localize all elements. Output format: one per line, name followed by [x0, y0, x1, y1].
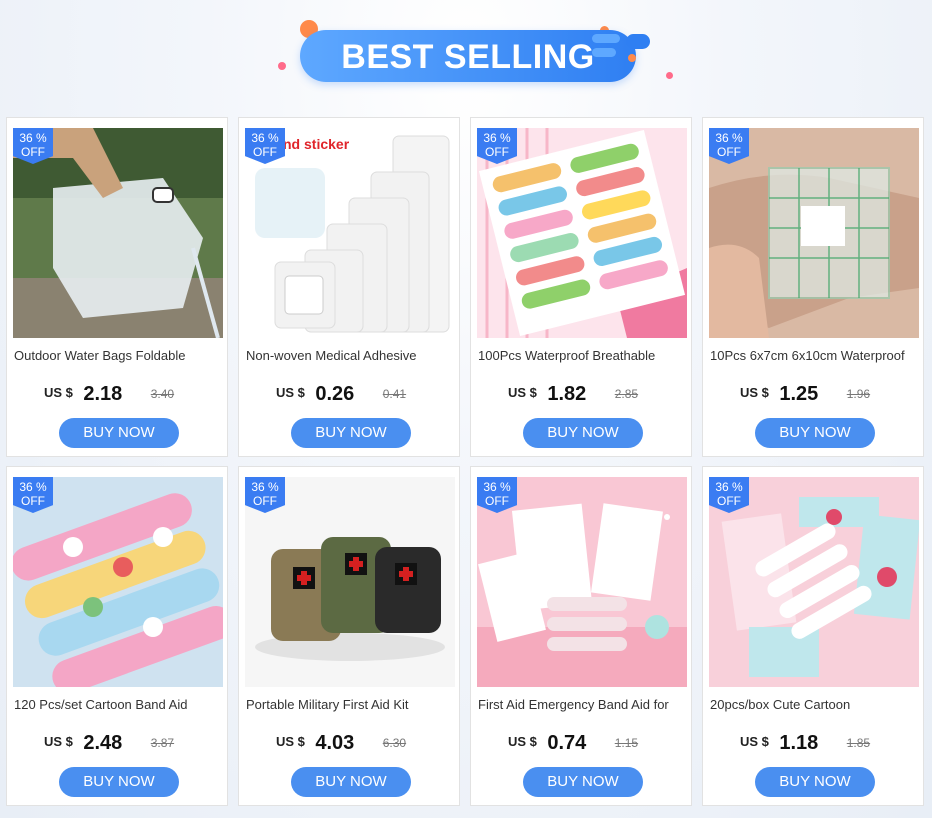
old-price: 1.15 — [614, 736, 639, 750]
price: 4.03 — [315, 732, 355, 754]
price: 0.74 — [547, 732, 587, 754]
price-row: US $ 1.18 1.85 — [740, 732, 870, 758]
price-row: US $ 0.74 1.15 — [508, 732, 638, 758]
product-title[interactable]: 20pcs/box Cute Cartoon — [710, 697, 920, 712]
currency: US $ — [508, 734, 537, 749]
price: 1.25 — [779, 383, 819, 405]
decor-dot — [666, 72, 673, 79]
product-title[interactable]: Portable Military First Aid Kit — [246, 697, 456, 712]
decor-dot — [278, 62, 286, 70]
product-grid: 36 % OFF Outdoor Water Bags Foldable US … — [6, 117, 926, 809]
product-card[interactable]: 36 % OFF 20pcs/box Cute Cartoon US $ 1.1… — [702, 466, 924, 806]
price-row: US $ 0.26 0.41 — [276, 383, 406, 409]
price: 1.82 — [547, 383, 587, 405]
product-card[interactable]: 36 % OFF 10Pcs 6x7cm 6x10cm Waterproof U… — [702, 117, 924, 457]
product-image[interactable]: 36 % OFF — [13, 128, 223, 338]
currency: US $ — [44, 734, 73, 749]
product-image[interactable]: nd sticker 36 % OFF — [245, 128, 455, 338]
buy-now-button[interactable]: BUY NOW — [291, 418, 411, 448]
section-header: BEST SELLING — [0, 0, 932, 112]
discount-percent: 36 % — [19, 480, 47, 494]
price-row: US $ 4.03 6.30 — [276, 732, 406, 758]
product-image[interactable]: 36 % OFF — [709, 128, 919, 338]
product-card[interactable]: 36 % OFF 100Pcs Waterproof Breathable US… — [470, 117, 692, 457]
old-price: 3.87 — [150, 736, 175, 750]
product-card[interactable]: 36 % OFF 120 Pcs/set Cartoon Band Aid US… — [6, 466, 228, 806]
discount-off: OFF — [253, 145, 277, 159]
discount-off: OFF — [717, 494, 741, 508]
discount-off: OFF — [485, 145, 509, 159]
image-caption: nd sticker — [283, 136, 350, 152]
currency: US $ — [276, 734, 305, 749]
currency: US $ — [740, 385, 769, 400]
discount-percent: 36 % — [19, 131, 47, 145]
section-title-pill: BEST SELLING — [300, 30, 636, 82]
product-image[interactable]: 36 % OFF — [13, 477, 223, 687]
product-title[interactable]: 120 Pcs/set Cartoon Band Aid — [14, 697, 224, 712]
currency: US $ — [276, 385, 305, 400]
old-price: 6.30 — [382, 736, 407, 750]
discount-off: OFF — [717, 145, 741, 159]
price: 0.26 — [315, 383, 355, 405]
price: 2.18 — [83, 383, 123, 405]
product-card[interactable]: 36 % OFF First Aid Emergency Band Aid fo… — [470, 466, 692, 806]
buy-now-button[interactable]: BUY NOW — [755, 418, 875, 448]
discount-off: OFF — [485, 494, 509, 508]
price: 2.48 — [83, 732, 123, 754]
discount-percent: 36 % — [483, 131, 511, 145]
product-title[interactable]: 100Pcs Waterproof Breathable — [478, 348, 688, 363]
buy-now-button[interactable]: BUY NOW — [755, 767, 875, 797]
product-card[interactable]: 36 % OFF Portable Military First Aid Kit… — [238, 466, 460, 806]
decor-lines-icon — [592, 34, 650, 62]
discount-off: OFF — [253, 494, 277, 508]
buy-now-button[interactable]: BUY NOW — [59, 418, 179, 448]
product-image[interactable]: 36 % OFF — [477, 128, 687, 338]
old-price: 0.41 — [382, 387, 407, 401]
price: 1.18 — [779, 732, 819, 754]
section-title: BEST SELLING — [341, 38, 595, 76]
old-price: 2.85 — [614, 387, 639, 401]
currency: US $ — [508, 385, 537, 400]
old-price: 3.40 — [150, 387, 175, 401]
discount-off: OFF — [21, 145, 45, 159]
product-title[interactable]: Non-woven Medical Adhesive — [246, 348, 456, 363]
discount-percent: 36 % — [715, 131, 743, 145]
discount-percent: 36 % — [251, 480, 279, 494]
product-image[interactable]: 36 % OFF — [477, 477, 687, 687]
price-row: US $ 1.82 2.85 — [508, 383, 638, 409]
product-title[interactable]: First Aid Emergency Band Aid for — [478, 697, 688, 712]
discount-percent: 36 % — [483, 480, 511, 494]
price-row: US $ 1.25 1.96 — [740, 383, 870, 409]
old-price: 1.96 — [846, 387, 871, 401]
discount-off: OFF — [21, 494, 45, 508]
discount-percent: 36 % — [715, 480, 743, 494]
product-title[interactable]: Outdoor Water Bags Foldable — [14, 348, 224, 363]
buy-now-button[interactable]: BUY NOW — [59, 767, 179, 797]
product-image[interactable]: 36 % OFF — [709, 477, 919, 687]
price-row: US $ 2.48 3.87 — [44, 732, 174, 758]
currency: US $ — [44, 385, 73, 400]
buy-now-button[interactable]: BUY NOW — [523, 767, 643, 797]
product-card[interactable]: 36 % OFF Outdoor Water Bags Foldable US … — [6, 117, 228, 457]
old-price: 1.85 — [846, 736, 871, 750]
currency: US $ — [740, 734, 769, 749]
price-row: US $ 2.18 3.40 — [44, 383, 174, 409]
buy-now-button[interactable]: BUY NOW — [291, 767, 411, 797]
discount-percent: 36 % — [251, 131, 279, 145]
product-title[interactable]: 10Pcs 6x7cm 6x10cm Waterproof — [710, 348, 920, 363]
product-card[interactable]: nd sticker 36 % OFF Non-woven Medical Ad… — [238, 117, 460, 457]
product-image[interactable]: 36 % OFF — [245, 477, 455, 687]
buy-now-button[interactable]: BUY NOW — [523, 418, 643, 448]
